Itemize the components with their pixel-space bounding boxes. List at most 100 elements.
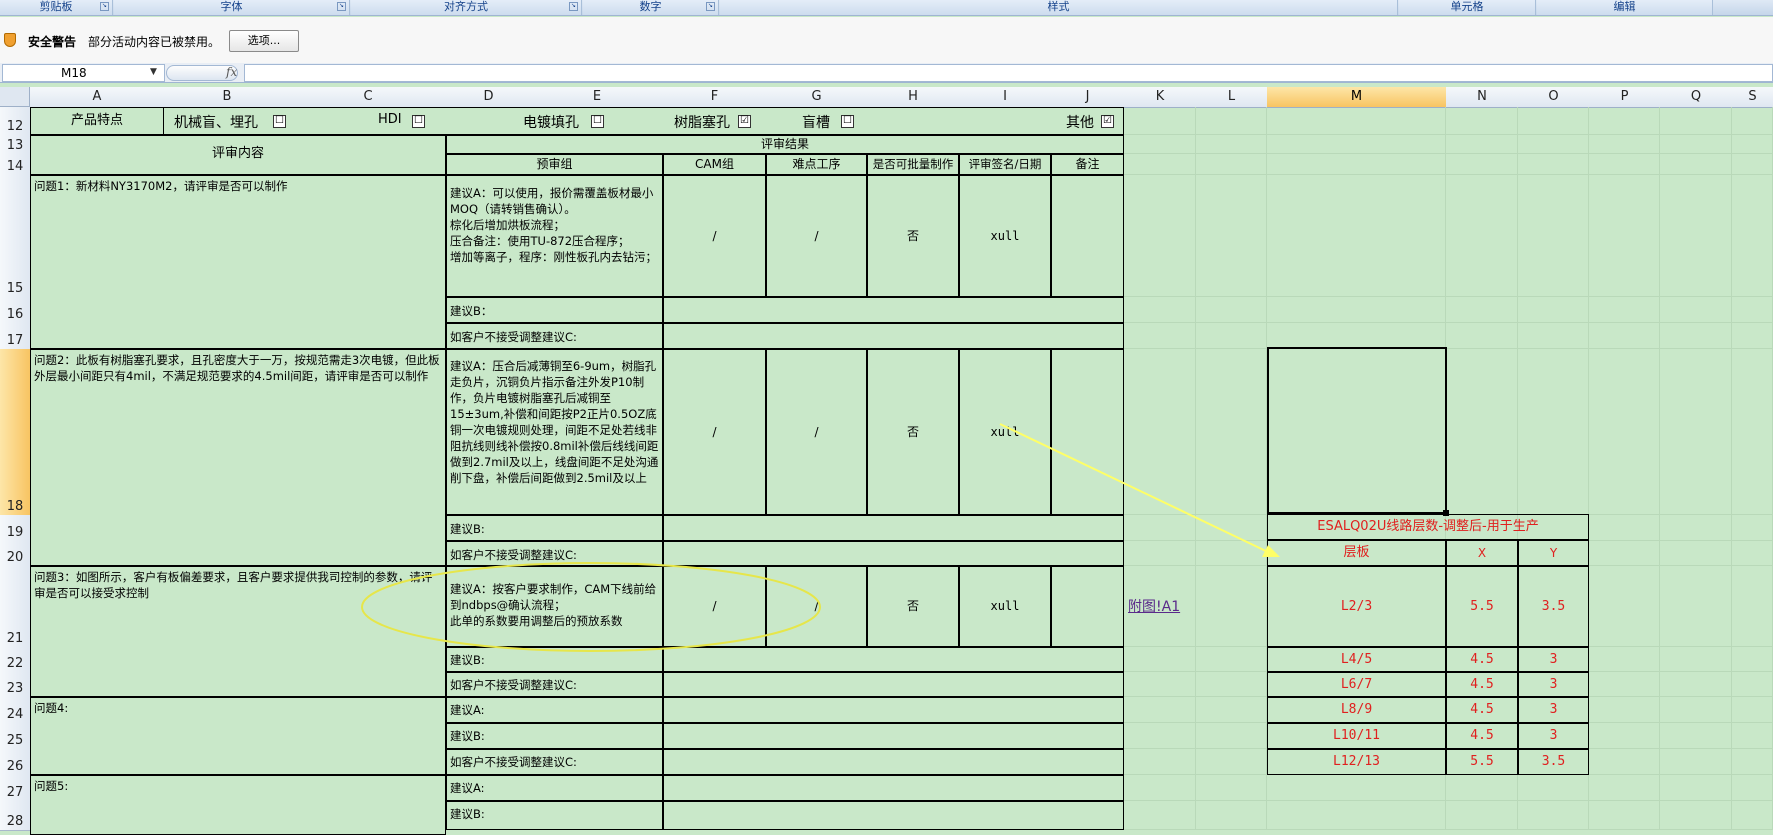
side-table-y-cell[interactable]: 3: [1518, 697, 1589, 723]
empty-result-cells[interactable]: [663, 775, 1124, 801]
row-header-17[interactable]: 17: [0, 323, 31, 350]
suggestion-a-cell[interactable]: 建议A:: [446, 697, 663, 723]
dialog-launcher-icon[interactable]: ↘: [569, 2, 578, 11]
suggestion-c-cell[interactable]: 如客户不接受调整建议C:: [446, 672, 663, 697]
suggestion-c-cell[interactable]: 如客户不接受调整建议C:: [446, 323, 663, 349]
feature-cell[interactable]: 机械盲、埋孔 ☐ HDI ☐: [164, 107, 446, 135]
column-header-P[interactable]: P: [1589, 87, 1661, 108]
row-header-18[interactable]: 18: [0, 349, 31, 516]
row-header-22[interactable]: 22: [0, 647, 31, 673]
result-column-header[interactable]: 评审签名/日期: [959, 154, 1051, 175]
row-header-14[interactable]: 14: [0, 154, 31, 176]
side-table-layer-cell[interactable]: L8/9: [1267, 697, 1446, 723]
column-header-Q[interactable]: Q: [1660, 87, 1733, 108]
suggestion-b-cell[interactable]: 建议B：: [446, 297, 663, 323]
row-header-23[interactable]: 23: [0, 672, 31, 698]
side-table-layer-cell[interactable]: L6/7: [1267, 672, 1446, 697]
empty-result-cells[interactable]: [663, 672, 1124, 697]
question-cell[interactable]: 问题2：此板有树脂塞孔要求，且孔密度大于一万，按规范需走3次电镀，但此板外层最小…: [30, 349, 446, 566]
feature-cell[interactable]: 树脂塞孔 ☑ 盲槽 ☐ 其他 ☑: [662, 107, 1124, 135]
question-cell[interactable]: 问题3：如图所示，客户有板偏差要求，且客户要求提供我司控制的参数，请评审是否可以…: [30, 566, 446, 697]
side-table-x-cell[interactable]: 4.5: [1446, 723, 1518, 749]
review-result-header[interactable]: 评审结果: [446, 135, 1124, 154]
question-cell[interactable]: 问题4:: [30, 697, 446, 775]
row-header-20[interactable]: 20: [0, 541, 31, 567]
difficult-cell[interactable]: /: [766, 349, 867, 515]
insert-function-icon[interactable]: fx: [226, 65, 237, 79]
suggestion-b-cell[interactable]: 建议B:: [446, 647, 663, 672]
review-content-header[interactable]: 评审内容: [30, 135, 446, 175]
suggestion-a-cell[interactable]: 建议A：可以使用，报价需覆盖板材最小MOQ（请转销售确认）。 棕化后增加烘板流程…: [446, 175, 663, 297]
side-table-header[interactable]: Y: [1518, 540, 1589, 566]
result-column-header[interactable]: 难点工序: [766, 154, 867, 175]
row-header-13[interactable]: 13: [0, 135, 31, 155]
empty-result-cells[interactable]: [663, 697, 1124, 723]
ribbon-group-number[interactable]: 数字 ↘: [583, 0, 719, 15]
cam-cell[interactable]: /: [663, 349, 766, 515]
column-header-I[interactable]: I: [959, 87, 1052, 108]
empty-result-cells[interactable]: [663, 323, 1124, 349]
name-box[interactable]: M18: [2, 64, 165, 82]
empty-result-cells[interactable]: [663, 801, 1124, 830]
empty-result-cells[interactable]: [663, 541, 1124, 566]
result-column-header[interactable]: 备注: [1051, 154, 1124, 175]
row-header-28[interactable]: 28: [0, 801, 31, 831]
remark-cell[interactable]: [1051, 349, 1124, 515]
column-header-N[interactable]: N: [1446, 87, 1519, 108]
column-header-A[interactable]: A: [30, 87, 165, 108]
side-table-x-cell[interactable]: 5.5: [1446, 566, 1518, 647]
empty-result-cells[interactable]: [663, 723, 1124, 749]
side-table-y-cell[interactable]: 3.5: [1518, 749, 1589, 775]
remark-cell[interactable]: [1051, 566, 1124, 647]
dialog-launcher-icon[interactable]: ↘: [100, 2, 109, 11]
row-header-26[interactable]: 26: [0, 749, 31, 776]
column-header-E[interactable]: E: [531, 87, 664, 108]
difficult-cell[interactable]: /: [766, 566, 867, 647]
question-cell[interactable]: 问题1：新材料NY3170M2，请评审是否可以制作: [30, 175, 446, 349]
batch-cell[interactable]: 否: [867, 175, 959, 297]
row-header-25[interactable]: 25: [0, 723, 31, 750]
ribbon-group-editing[interactable]: 编辑: [1537, 0, 1713, 15]
side-table-header[interactable]: X: [1446, 540, 1518, 566]
product-feature-label[interactable]: 产品特点: [30, 107, 164, 135]
side-table-header[interactable]: 层板: [1267, 540, 1446, 566]
result-column-header[interactable]: CAM组: [663, 154, 766, 175]
suggestion-b-cell[interactable]: 建议B:: [446, 515, 663, 541]
column-header-B[interactable]: B: [164, 87, 291, 108]
suggestion-a-cell[interactable]: 建议A：按客户要求制作，CAM下线前给到ndbps@确认流程； 此单的系数要用调…: [446, 566, 663, 647]
suggestion-c-cell[interactable]: 如客户不接受调整建议C:: [446, 541, 663, 566]
row-header-21[interactable]: 21: [0, 566, 31, 648]
column-header-O[interactable]: O: [1518, 87, 1590, 108]
side-table-x-cell[interactable]: 4.5: [1446, 697, 1518, 723]
column-header-D[interactable]: D: [446, 87, 532, 108]
batch-cell[interactable]: 否: [867, 566, 959, 647]
chevron-down-icon[interactable]: ▼: [150, 67, 157, 77]
side-table-y-cell[interactable]: 3: [1518, 723, 1589, 749]
checkbox-icon[interactable]: ☑: [738, 115, 751, 128]
empty-result-cells[interactable]: [663, 297, 1124, 323]
ribbon-group-cells[interactable]: 单元格: [1399, 0, 1536, 15]
remark-cell[interactable]: [1051, 175, 1124, 297]
result-column-header[interactable]: 预审组: [446, 154, 663, 175]
ribbon-group-alignment[interactable]: 对齐方式 ↘: [351, 0, 582, 15]
checkbox-icon[interactable]: ☐: [591, 115, 604, 128]
row-header-19[interactable]: 19: [0, 515, 31, 542]
ribbon-group-styles[interactable]: 样式: [720, 0, 1398, 15]
selected-cell-m18[interactable]: [1267, 347, 1447, 514]
side-table-layer-cell[interactable]: L10/11: [1267, 723, 1446, 749]
options-button[interactable]: 选项...: [229, 30, 299, 52]
row-header-16[interactable]: 16: [0, 297, 31, 324]
sign-cell[interactable]: xull: [959, 175, 1051, 297]
cam-cell[interactable]: /: [663, 175, 766, 297]
cam-cell[interactable]: /: [663, 566, 766, 647]
ribbon-group-clipboard[interactable]: 剪贴板 ↘: [0, 0, 113, 15]
column-header-G[interactable]: G: [766, 87, 868, 108]
checkbox-icon[interactable]: ☐: [273, 115, 286, 128]
column-header-S[interactable]: S: [1732, 87, 1773, 108]
column-header-L[interactable]: L: [1196, 87, 1268, 108]
empty-result-cells[interactable]: [663, 515, 1124, 541]
side-table-title[interactable]: ESALQ02U线路层数-调整后-用于生产: [1267, 514, 1589, 540]
sign-cell[interactable]: xull: [959, 566, 1051, 647]
side-table-layer-cell[interactable]: L12/13: [1267, 749, 1446, 775]
suggestion-c-cell[interactable]: 如客户不接受调整建议C:: [446, 749, 663, 775]
